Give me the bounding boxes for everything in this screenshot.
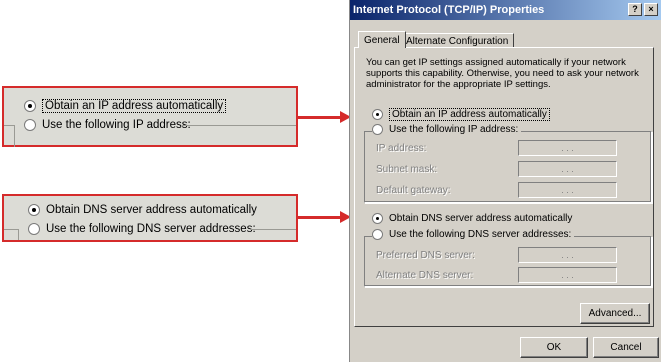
dns-zoom-callout: Obtain DNS server address automatically … xyxy=(2,194,298,242)
zoom-dns-manual-option[interactable]: Use the following DNS server addresses: xyxy=(28,223,256,235)
description-text: You can get IP settings assigned automat… xyxy=(366,57,639,90)
dialog-title: Internet Protocol (TCP/IP) Properties xyxy=(353,4,545,16)
advanced-button[interactable]: Advanced... xyxy=(580,303,650,324)
group-border-line xyxy=(250,229,296,230)
arrow-dns xyxy=(298,216,342,219)
alternate-dns-label: Alternate DNS server: xyxy=(376,270,474,281)
radio-selected-icon[interactable] xyxy=(24,100,36,112)
preferred-dns-input[interactable]: . . . xyxy=(518,247,617,263)
zoom-dns-auto-option[interactable]: Obtain DNS server address automatically xyxy=(28,204,257,216)
ip-address-label: IP address: xyxy=(376,143,427,154)
zoom-ip-auto-option[interactable]: Obtain an IP address automatically xyxy=(24,99,227,113)
subnet-mask-label: Subnet mask: xyxy=(376,164,438,175)
close-button[interactable]: × xyxy=(644,3,658,16)
ip-auto-label: Obtain an IP address automatically xyxy=(389,108,550,121)
zoom-ip-manual-option[interactable]: Use the following IP address: xyxy=(24,119,191,131)
group-border-line xyxy=(14,125,15,147)
group-border-line xyxy=(4,125,14,126)
arrow-ip xyxy=(298,116,342,119)
cancel-button[interactable]: Cancel xyxy=(593,337,659,358)
ip-address-input[interactable]: . . . xyxy=(518,140,617,156)
dns-auto-label: Obtain DNS server address automatically xyxy=(389,213,573,224)
ok-button[interactable]: OK xyxy=(520,337,588,358)
group-border-line xyxy=(4,229,18,230)
alternate-dns-input[interactable]: . . . xyxy=(518,267,617,283)
tab-general[interactable]: General xyxy=(358,31,406,48)
default-gateway-label: Default gateway: xyxy=(376,185,451,196)
radio-selected-icon[interactable] xyxy=(28,204,40,216)
tcpip-properties-dialog: Internet Protocol (TCP/IP) Properties ? … xyxy=(349,0,661,362)
tab-alternate-configuration[interactable]: Alternate Configuration xyxy=(400,33,515,48)
ip-manual-label: Use the following IP address: xyxy=(389,124,519,135)
default-gateway-input[interactable]: . . . xyxy=(518,182,617,198)
radio-unselected-icon[interactable] xyxy=(28,223,40,235)
dns-auto-option[interactable]: Obtain DNS server address automatically xyxy=(372,213,572,224)
zoom-ip-auto-label: Obtain an IP address automatically xyxy=(42,99,227,113)
ip-auto-option[interactable]: Obtain an IP address automatically xyxy=(372,108,550,121)
ip-manual-option[interactable]: Use the following IP address: xyxy=(372,124,522,135)
radio-unselected-icon[interactable] xyxy=(372,124,383,135)
radio-unselected-icon[interactable] xyxy=(372,229,383,240)
preferred-dns-label: Preferred DNS server: xyxy=(376,250,475,261)
radio-unselected-icon[interactable] xyxy=(24,119,36,131)
subnet-mask-input[interactable]: . . . xyxy=(518,161,617,177)
dns-manual-option[interactable]: Use the following DNS server addresses: xyxy=(372,229,575,240)
help-button[interactable]: ? xyxy=(628,3,642,16)
radio-selected-icon[interactable] xyxy=(372,213,383,224)
zoom-ip-manual-label: Use the following IP address: xyxy=(42,119,191,131)
ip-zoom-callout: Obtain an IP address automatically Use t… xyxy=(2,86,298,147)
zoom-dns-manual-label: Use the following DNS server addresses: xyxy=(46,223,256,235)
title-bar: Internet Protocol (TCP/IP) Properties xyxy=(350,0,661,20)
zoom-dns-auto-label: Obtain DNS server address automatically xyxy=(46,204,257,216)
dns-manual-label: Use the following DNS server addresses: xyxy=(389,229,572,240)
group-border-line xyxy=(182,125,296,126)
radio-selected-icon[interactable] xyxy=(372,109,383,120)
group-border-line xyxy=(18,229,19,240)
